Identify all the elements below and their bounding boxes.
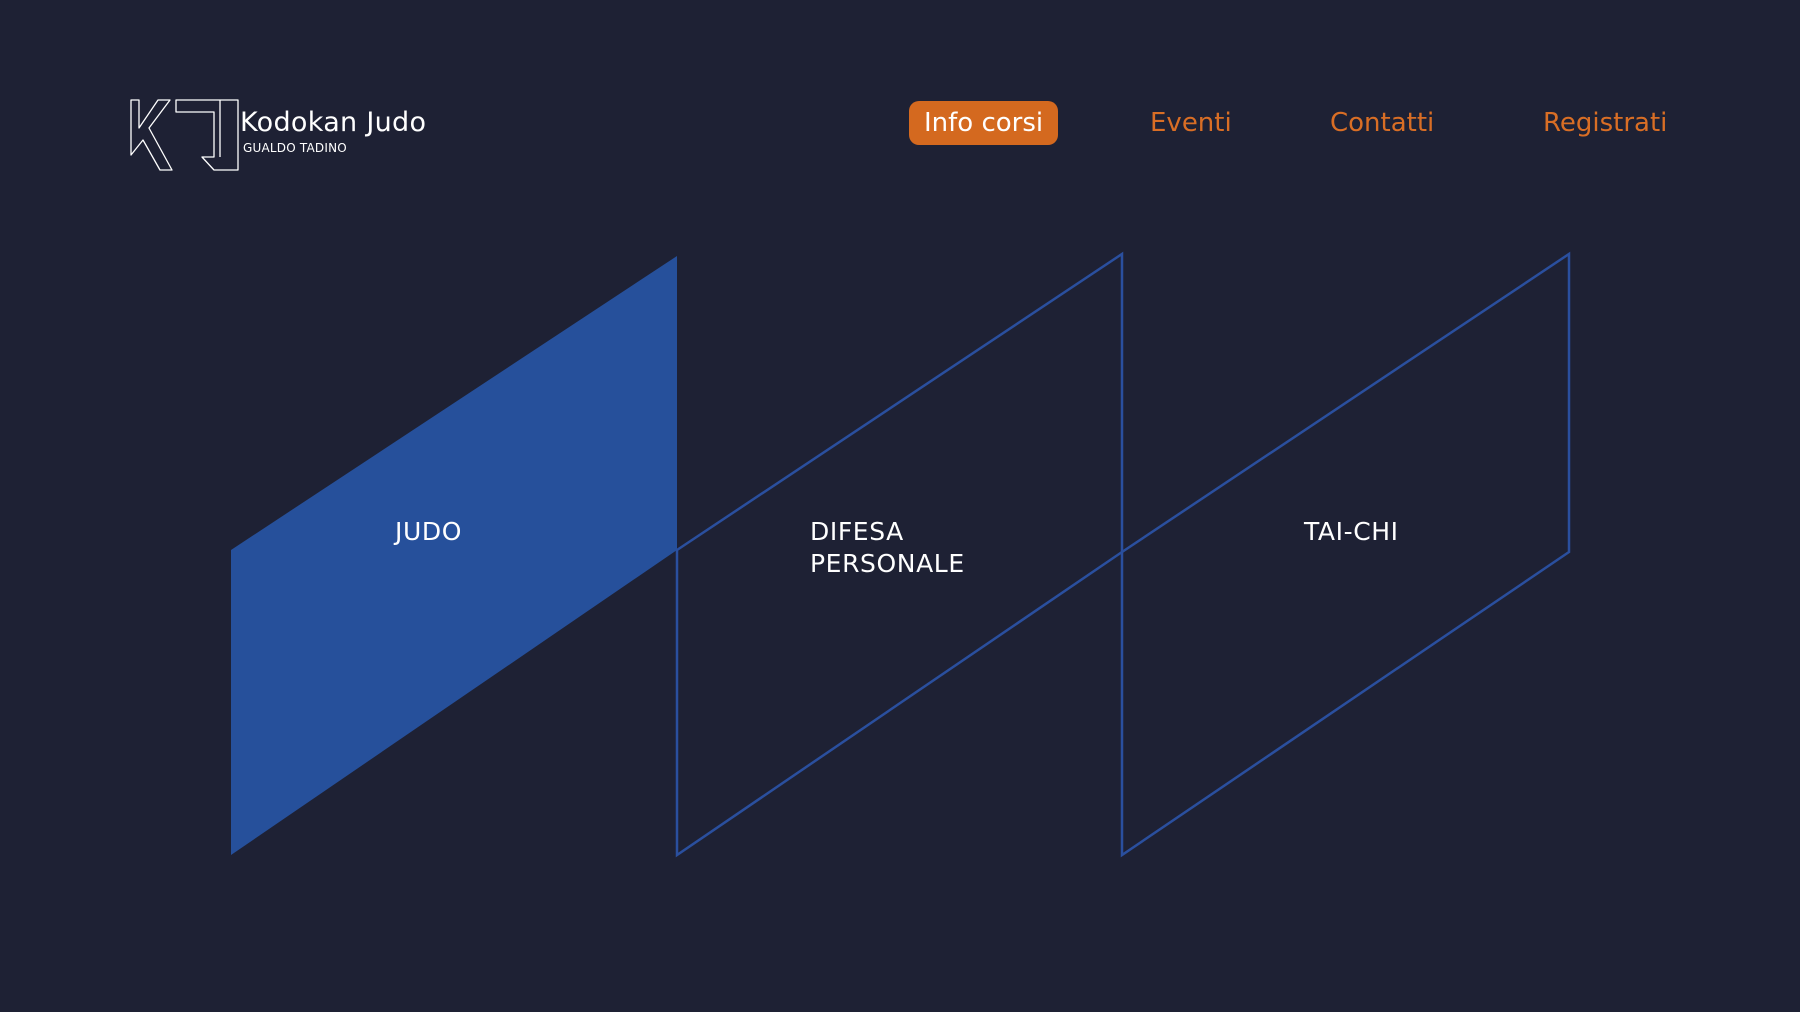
course-label-difesa-personale[interactable]: DIFESA PERSONALE (810, 516, 965, 580)
course-panel-tai-chi[interactable] (1120, 251, 1571, 858)
course-label-line: PERSONALE (810, 549, 965, 578)
course-label-judo[interactable]: JUDO (395, 516, 462, 548)
course-label-line: JUDO (395, 517, 462, 546)
course-label-line: DIFESA (810, 517, 904, 546)
page: Kodokan Judo GUALDO TADINO Info corsi Ev… (0, 0, 1800, 1012)
course-label-tai-chi[interactable]: TAI-CHI (1304, 516, 1399, 548)
course-panel-judo[interactable] (231, 256, 677, 855)
course-label-line: TAI-CHI (1304, 517, 1399, 546)
course-panels (231, 251, 1571, 858)
